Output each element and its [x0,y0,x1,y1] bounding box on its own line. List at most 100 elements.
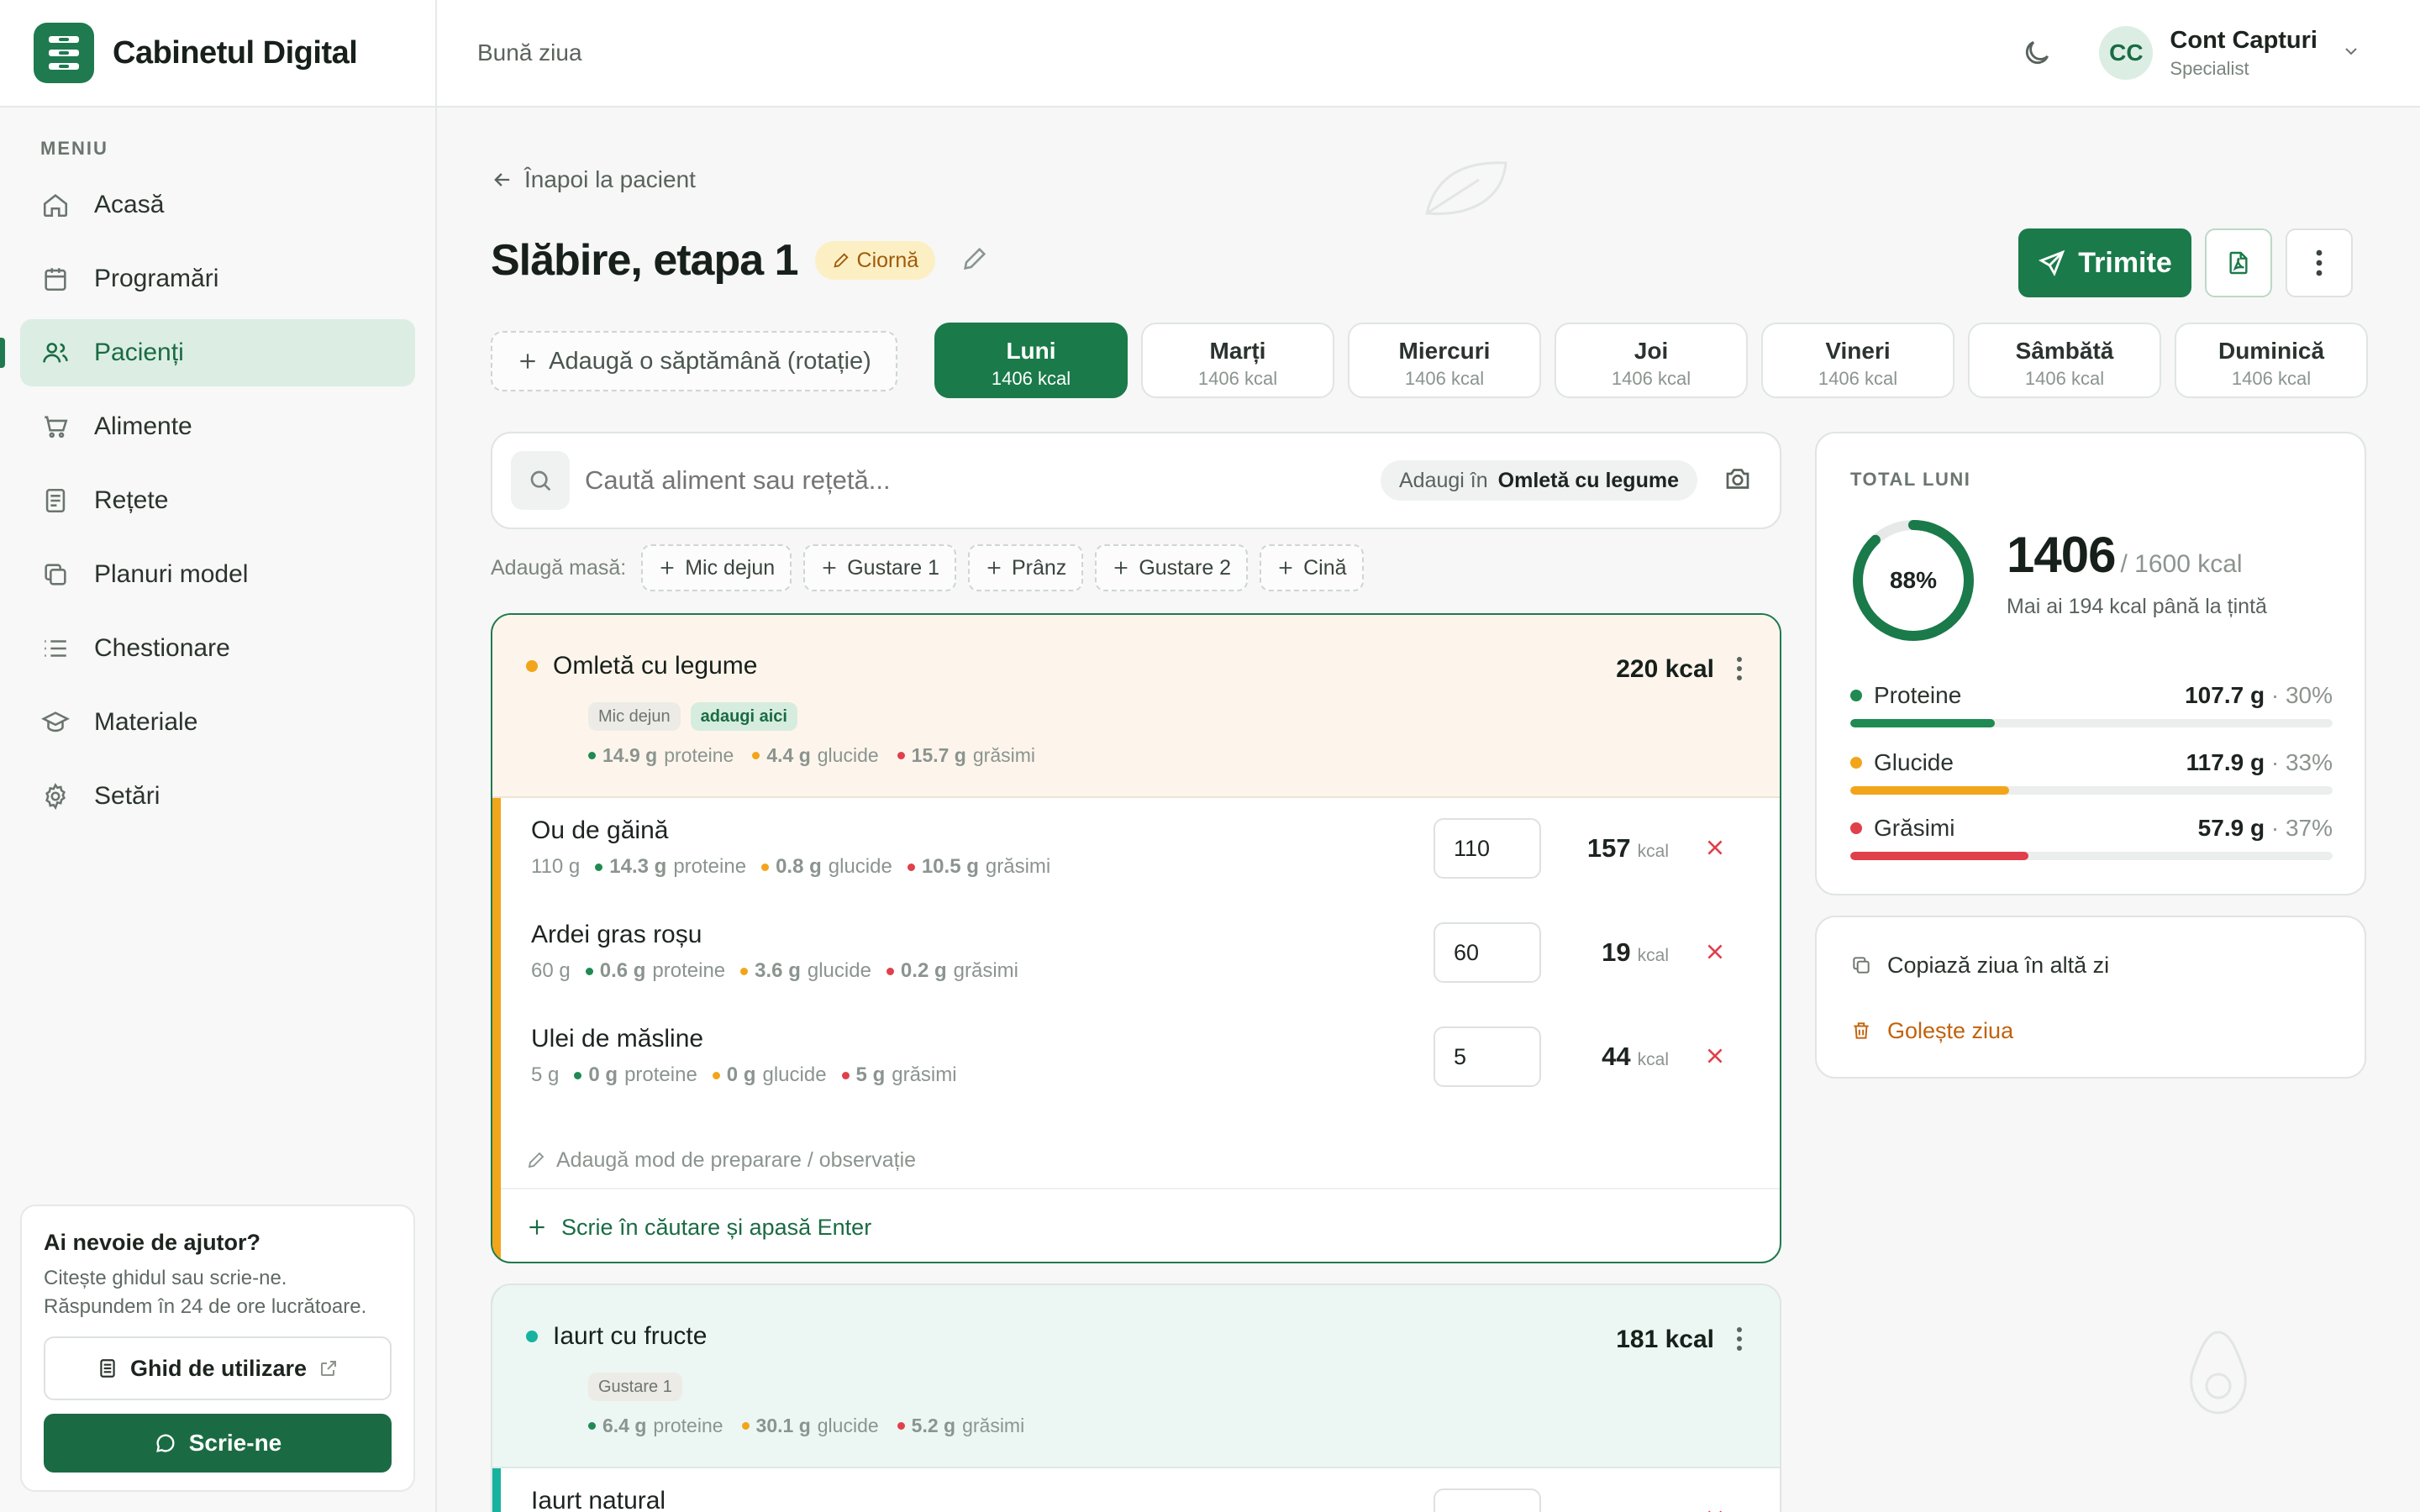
day-tab-duminica[interactable]: Duminică 1406 kcal [2175,323,2368,398]
carbs-dot [1850,757,1862,769]
edit-title-pencil-icon[interactable] [960,244,989,277]
trash-icon [1854,1022,1869,1039]
sidebar-item-programari[interactable]: Programări [20,245,415,312]
meal-title: Omletă cu legume [553,652,758,680]
macro-label: glucide [828,855,892,878]
meal-card-iaurt: Iaurt cu fructe 181 kcal Gustare 1 6.4 g… [491,1284,1781,1512]
search-input[interactable] [585,465,1341,496]
macro-row-fat: Grăsimi 57.9 g · 37% [1850,815,2333,860]
plus-icon [1279,561,1292,575]
arrow-left-icon [494,173,510,186]
meal-options-icon[interactable] [1724,652,1754,685]
meal-card-header[interactable]: Iaurt cu fructe 181 kcal Gustare 1 6.4 g… [492,1285,1780,1468]
top-header: Bună ziua CC Cont Capturi Specialist [437,0,2420,108]
avocado-decoration-icon [2190,1331,2247,1415]
day-tab-sambata[interactable]: Sâmbătă 1406 kcal [1968,323,2161,398]
carbs-dot [741,1422,750,1430]
back-to-patient-link[interactable]: Înapoi la pacient [491,166,696,193]
macro-value: 14.9 g [602,744,658,766]
sidebar-item-planuri-model[interactable]: Planuri model [20,541,415,608]
account-menu[interactable]: Cont Capturi Specialist [2170,27,2317,80]
add-note-link[interactable]: Adaugă mod de preparare / observație [492,1110,1780,1188]
add-meal-caption: Adaugă masă: [491,555,627,580]
brand[interactable]: Cabinetul Digital [0,0,435,108]
macro-value: 15.7 g [911,744,966,766]
sidebar-item-retete[interactable]: Rețete [20,467,415,534]
dark-mode-toggle-moon-icon[interactable] [2018,34,2055,71]
copy-icon [1853,957,1870,974]
avatar[interactable]: CC [2099,26,2154,80]
meal-chip-label: Mic dejun [685,555,776,580]
sidebar-item-materiale[interactable]: Materiale [20,689,415,756]
clear-day-button[interactable]: Golește ziua [1850,1013,2331,1048]
food-row[interactable]: Ou de găină 110 g 14.3 g proteine 0.8 g gl… [492,798,1780,902]
food-kcal: 157 kcal [1587,833,1669,864]
pencil-icon [834,253,849,268]
quantity-input[interactable]: 110 [1434,818,1541,879]
add-target-indicator[interactable]: Adaugi în Omletă cu legume [1381,460,1697,501]
send-button[interactable]: Trimite [2018,228,2191,297]
page-title: Slăbire, etapa 1 [491,236,799,285]
remove-food-close-icon[interactable] [1704,837,1726,863]
sidebar-item-acasa[interactable]: Acasă [20,171,415,239]
day-tab-miercuri[interactable]: Miercuri 1406 kcal [1348,323,1541,398]
macro-percent: · 30% [2270,682,2333,708]
carbs-dot [761,863,770,871]
sidebar: Cabinetul Digital MENIU Acasă Programări… [0,0,437,1512]
sidebar-item-pacienti[interactable]: Pacienți [0,319,415,386]
food-row[interactable]: Iaurt natural [492,1468,1780,1512]
target-kcal: / 1600 kcal [2120,550,2243,578]
more-options-button[interactable] [2286,228,2353,297]
day-tab-marti[interactable]: Marți 1406 kcal [1141,323,1334,398]
day-tab-vineri[interactable]: Vineri 1406 kcal [1761,323,1954,398]
add-meal-gustare-2[interactable]: Gustare 2 [1095,544,1249,591]
copy-day-label: Copiază ziua în altă zi [1887,952,2110,978]
pdf-file-icon [2229,251,2248,275]
add-week-rotation-button[interactable]: Adaugă o săptămână (rotație) [491,331,897,391]
macro-label: glucide [762,1063,827,1086]
sidebar-item-chestionare[interactable]: Chestionare [20,615,415,682]
quantity-input[interactable] [1434,1488,1541,1512]
meal-card-header[interactable]: Omletă cu legume 220 kcal Mic dejun adau… [492,615,1780,798]
quantity-input[interactable]: 60 [1434,922,1541,983]
remove-food-close-icon[interactable] [1704,941,1726,967]
user-guide-button[interactable]: Ghid de utilizare [44,1336,392,1400]
quantity-input[interactable]: 5 [1434,1026,1541,1087]
protein-dot [595,863,603,871]
write-us-label: Scrie-ne [188,1430,282,1456]
kcal-unit: kcal [1637,946,1669,965]
day-kcal: 1406 kcal [2231,368,2312,389]
macro-value: 0 g [588,1063,618,1086]
day-tab-luni[interactable]: Luni 1406 kcal [934,323,1128,398]
meal-chip-label: Cină [1303,555,1347,580]
macro-value: 4.4 g [766,744,811,766]
send-icon [2039,249,2065,277]
list-icon [39,632,72,665]
fat-dot [897,752,905,759]
day-tab-joi[interactable]: Joi 1406 kcal [1555,323,1748,398]
food-row[interactable]: Ardei gras roșu 60 g 0.6 g proteine 3.6 g… [492,902,1780,1006]
remove-food-close-icon[interactable] [1704,1507,1726,1512]
write-us-button[interactable]: Scrie-ne [44,1414,392,1473]
macro-label: grăsimi [972,744,1035,766]
add-meal-pranz[interactable]: Prânz [968,544,1084,591]
plus-icon [823,561,836,575]
chevron-down-icon[interactable] [2341,41,2361,66]
export-pdf-button[interactable] [2205,228,2272,297]
macro-value: 6.4 g [602,1415,647,1436]
remove-food-close-icon[interactable] [1704,1045,1726,1071]
meal-options-icon[interactable] [1724,1322,1754,1356]
add-meal-gustare-1[interactable]: Gustare 1 [803,544,956,591]
help-title: Ai nevoie de ajutor? [44,1230,261,1255]
food-row[interactable]: Ulei de măsline 5 g 0 g proteine 0 g gluci… [492,1006,1780,1110]
sidebar-item-alimente[interactable]: Alimente [20,393,415,460]
copy-day-button[interactable]: Copiază ziua în altă zi [1850,948,2331,983]
camera-icon[interactable] [1723,464,1753,498]
sidebar-item-setari[interactable]: Setări [20,763,415,830]
add-meal-cina[interactable]: Cină [1260,544,1364,591]
protein-dot [574,1071,582,1079]
search-and-enter-hint[interactable]: Scrie în căutare și apasă Enter [492,1188,1780,1262]
add-week-label: Adaugă o săptămână (rotație) [549,347,871,375]
meal-type-tag: Gustare 1 [588,1373,682,1401]
add-meal-mic-dejun[interactable]: Mic dejun [641,544,792,591]
